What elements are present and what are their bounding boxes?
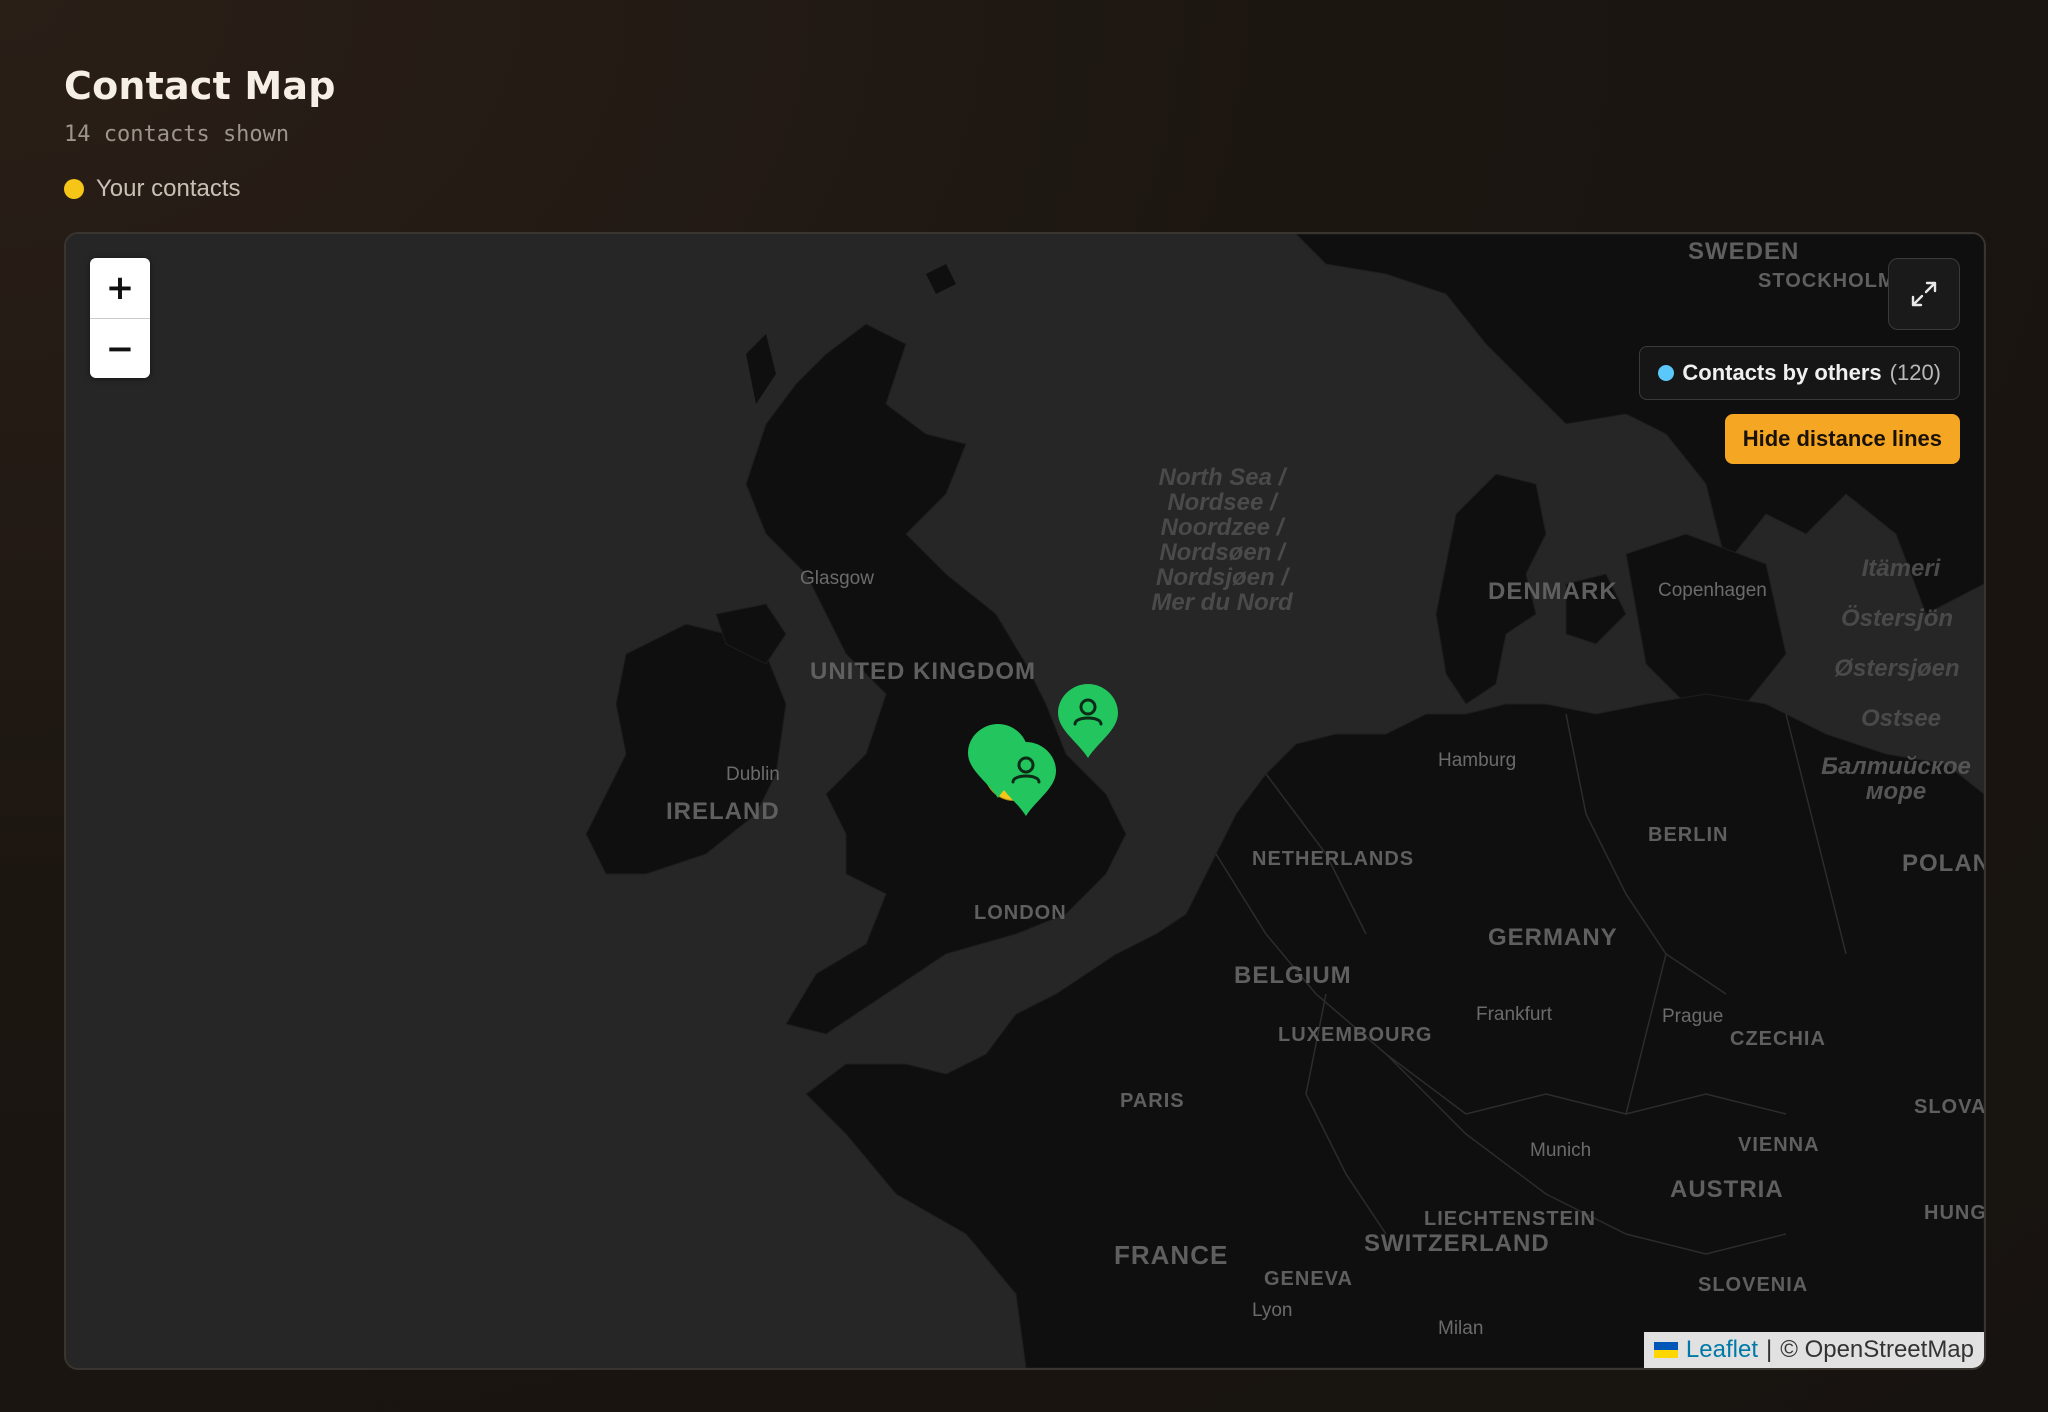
label-hungary: HUNGARY [1924,1202,1986,1224]
label-france: FRANCE [1114,1240,1229,1270]
attribution-separator: | [1765,1336,1773,1363]
legend-label: Your contacts [96,175,241,202]
label-austria: AUSTRIA [1670,1176,1784,1203]
map-attribution: Leaflet | © OpenStreetMap [1643,1332,1984,1368]
label-london: LONDON [974,902,1067,924]
label-glasgow: Glasgow [800,568,874,589]
others-dot [1658,365,1675,381]
page-header: Contact Map 14 contacts shown Your conta… [64,64,336,203]
label-slovakia: SLOVAKIA [1914,1096,1986,1118]
label-dublin: Dublin [726,764,780,785]
label-germany: GERMANY [1488,924,1618,951]
label-copenhagen: Copenhagen [1658,580,1767,601]
label-lyon: Lyon [1252,1300,1293,1321]
contacts-by-others-toggle[interactable]: Contacts by others (120) [1639,346,1960,400]
label-slovenia: SLOVENIA [1698,1274,1809,1296]
label-munich: Munich [1530,1140,1592,1161]
label-baltic-fi: Itämeri [1861,555,1941,582]
label-hamburg: Hamburg [1438,750,1517,771]
label-liechtenstein: LIECHTENSTEIN [1424,1208,1596,1230]
label-poland: POLAND [1902,850,1984,877]
ukraine-flag-icon [1653,1342,1678,1358]
label-milan: Milan [1438,1318,1484,1339]
osm-attribution[interactable]: © OpenStreetMap [1780,1336,1974,1364]
label-baltic-sv: Östersjön [1840,605,1954,632]
label-netherlands: NETHERLANDS [1252,848,1415,870]
fullscreen-button[interactable] [1888,258,1960,330]
zoom-control: + − [90,258,150,378]
label-switzerland: SWITZERLAND [1364,1230,1550,1257]
label-geneva: GENEVA [1264,1268,1353,1290]
label-frankfurt: Frankfurt [1476,1004,1553,1025]
marker-contact-2[interactable] [994,740,1058,820]
zoom-in-button[interactable]: + [90,258,150,318]
label-baltic-no: Østersjøen [1834,655,1960,682]
your-contacts-dot [64,179,84,199]
legend: Your contacts [64,175,336,203]
marker-contact-3[interactable] [1056,682,1120,762]
label-baltic-ru: Балтийское море [1821,753,1971,805]
leaflet-link[interactable]: Leaflet [1686,1336,1758,1364]
label-stockholm: STOCKHOLM [1758,270,1896,292]
expand-icon [1911,281,1937,307]
label-ireland: IRELAND [666,798,780,825]
others-count: (120) [1889,360,1941,385]
page-title: Contact Map [64,64,336,108]
label-denmark: DENMARK [1488,578,1618,605]
label-vienna: VIENNA [1738,1134,1820,1156]
contacts-count: 14 contacts shown [64,122,290,147]
label-paris: PARIS [1120,1090,1185,1112]
others-label: Contacts by others [1682,360,1882,385]
label-berlin: BERLIN [1648,824,1729,846]
zoom-out-button[interactable]: − [90,318,150,378]
label-luxembourg: LUXEMBOURG [1278,1024,1433,1046]
label-north-sea: North Sea / Nordsee / Noordzee / Nordsøe… [1151,464,1293,616]
label-czechia: CZECHIA [1730,1028,1826,1050]
label-sweden: SWEDEN [1688,238,1800,265]
label-baltic-de: Ostsee [1860,705,1942,732]
hide-distance-lines-button[interactable]: Hide distance lines [1724,414,1960,464]
label-belgium: BELGIUM [1234,962,1352,989]
label-united-kingdom: UNITED KINGDOM [810,658,1036,685]
map-container[interactable]: SWEDEN STOCKHOLM North Sea / Nordsee / N… [64,232,1986,1370]
label-prague: Prague [1662,1006,1724,1027]
